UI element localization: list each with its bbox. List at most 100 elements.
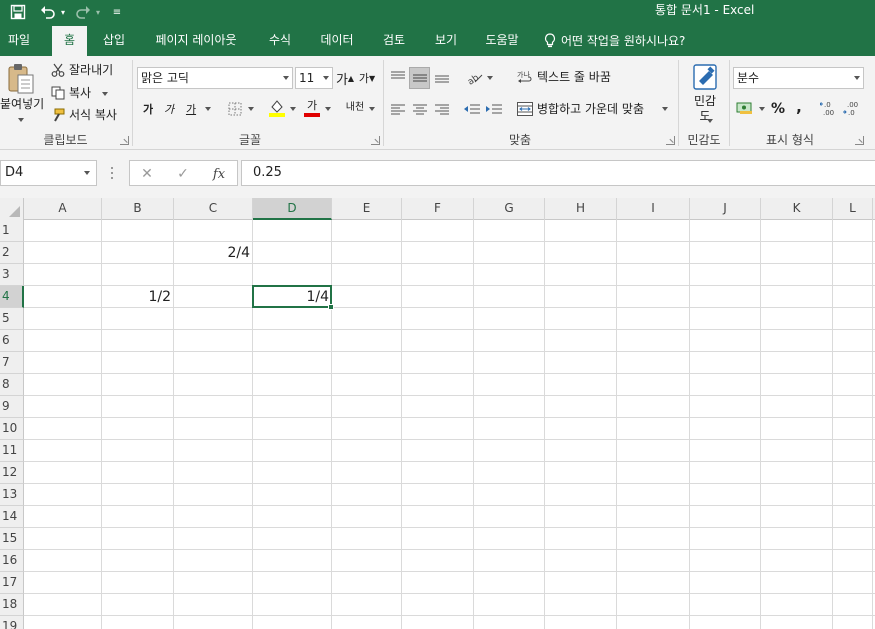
row-header-15[interactable]: 15 [0,528,24,550]
sensitivity-icon[interactable] [690,62,720,92]
tab-view[interactable]: 보기 [424,26,468,56]
increase-indent-icon[interactable] [484,99,504,119]
font-dialog-launcher-icon[interactable] [371,136,380,145]
paste-dropdown-icon[interactable] [18,118,24,122]
row-header-1[interactable]: 1 [0,220,24,242]
row-header-19[interactable]: 19 [0,616,24,629]
column-header-h[interactable]: H [545,198,617,220]
underline-dropdown-icon[interactable] [205,107,211,111]
tell-me-search[interactable]: 어떤 작업을 원하시나요? [544,26,714,56]
borders-dropdown-icon[interactable] [248,107,254,111]
column-header-l[interactable]: L [833,198,873,220]
number-dialog-launcher-icon[interactable] [855,136,864,145]
borders-icon[interactable] [226,100,244,118]
cut-button[interactable]: 잘라내기 [69,62,113,78]
sensitivity-button[interactable]: 민감 도 [692,94,718,124]
font-size-select[interactable]: 11 [295,67,333,89]
row-header-10[interactable]: 10 [0,418,24,440]
insert-function-button[interactable]: fx [209,164,229,184]
redo-dropdown-icon[interactable]: ▾ [93,1,103,23]
number-format-select[interactable]: 분수 [733,67,864,89]
select-all-button[interactable] [0,198,24,220]
row-header-12[interactable]: 12 [0,462,24,484]
tab-page-layout[interactable]: 페이지 레이아웃 [146,26,246,56]
comma-style-button[interactable]: , [790,96,808,118]
row-header-18[interactable]: 18 [0,594,24,616]
underline-button[interactable]: 가 [182,98,200,120]
column-header-b[interactable]: B [102,198,174,220]
phonetic-guide-button[interactable]: 내천 [344,96,366,118]
decrease-indent-icon[interactable] [462,99,482,119]
column-header-a[interactable]: A [24,198,102,220]
percent-style-button[interactable]: % [769,98,787,120]
italic-button[interactable]: 가 [160,98,178,120]
cancel-icon[interactable]: ✕ [137,164,157,184]
merge-center-button[interactable]: 병합하고 가운데 맞춤 [537,101,644,117]
align-right-icon[interactable] [432,99,452,119]
name-box[interactable]: D4 [0,160,97,186]
customize-quick-access-icon[interactable]: ≡ [110,1,124,23]
tab-file[interactable]: 파일 [0,26,38,56]
align-bottom-icon[interactable] [432,67,452,87]
row-header-11[interactable]: 11 [0,440,24,462]
align-center-icon[interactable] [410,99,430,119]
row-header-2[interactable]: 2 [0,242,24,264]
column-header-f[interactable]: F [402,198,474,220]
row-header-14[interactable]: 14 [0,506,24,528]
undo-dropdown-icon[interactable]: ▾ [58,1,68,23]
undo-icon[interactable] [36,1,60,23]
grow-font-button[interactable]: 가 ▲ [336,67,354,89]
tab-review[interactable]: 검토 [372,26,416,56]
tab-data[interactable]: 데이터 [313,26,361,56]
orientation-icon[interactable]: ab [463,67,485,87]
row-header-16[interactable]: 16 [0,550,24,572]
clipboard-dialog-launcher-icon[interactable] [120,136,129,145]
copy-button[interactable]: 복사 [69,85,91,101]
align-top-icon[interactable] [388,67,408,87]
redo-icon[interactable] [72,1,94,23]
copy-dropdown-icon[interactable] [102,92,108,96]
font-color-button[interactable]: 가 [303,96,321,118]
accounting-dropdown-icon[interactable] [759,107,765,111]
phonetic-dropdown-icon[interactable] [369,107,375,111]
font-color-dropdown-icon[interactable] [325,107,331,111]
row-header-6[interactable]: 6 [0,330,24,352]
paste-icon[interactable] [2,62,38,96]
row-header-8[interactable]: 8 [0,374,24,396]
sensitivity-dropdown-icon[interactable] [707,119,713,123]
worksheet-grid[interactable]: ABCDEFGHIJKL 1 2 3 4 5 6 7 8 9 10 11 12 13 14 15 16 17 18… [0,198,875,629]
format-painter-button[interactable]: 서식 복사 [69,107,117,123]
merge-center-dropdown-icon[interactable] [662,107,668,111]
row-header-13[interactable]: 13 [0,484,24,506]
row-header-7[interactable]: 7 [0,352,24,374]
orientation-dropdown-icon[interactable] [487,76,493,80]
formula-input[interactable]: 0.25 [241,160,875,186]
fill-handle[interactable] [328,304,334,310]
formula-bar-grip-icon[interactable] [110,166,114,180]
increase-decimal-icon[interactable]: .0.00 [820,99,840,117]
column-header-g[interactable]: G [474,198,545,220]
tab-help[interactable]: 도움말 [476,26,528,56]
tab-formulas[interactable]: 수식 [258,26,302,56]
column-header-d[interactable]: D [253,198,332,220]
align-left-icon[interactable] [388,99,408,119]
tab-insert[interactable]: 삽입 [93,26,135,56]
save-icon[interactable] [6,1,30,23]
cell-b4[interactable]: 1/2 [102,286,173,308]
column-header-i[interactable]: I [617,198,690,220]
bold-button[interactable]: 가 [139,98,157,120]
row-header-5[interactable]: 5 [0,308,24,330]
accounting-format-icon[interactable] [735,99,755,117]
shrink-font-button[interactable]: 가 ▼ [358,67,376,89]
row-header-3[interactable]: 3 [0,264,24,286]
paste-button[interactable]: 붙여넣기 [0,96,44,112]
align-middle-icon[interactable] [409,67,430,89]
fill-color-icon[interactable] [268,98,286,118]
font-name-select[interactable]: 맑은 고딕 [137,67,293,89]
wrap-text-button[interactable]: 텍스트 줄 바꿈 [537,69,611,85]
tab-home[interactable]: 홈 [52,26,87,56]
row-header-17[interactable]: 17 [0,572,24,594]
alignment-dialog-launcher-icon[interactable] [666,136,675,145]
column-header-e[interactable]: E [332,198,402,220]
column-header-k[interactable]: K [761,198,833,220]
